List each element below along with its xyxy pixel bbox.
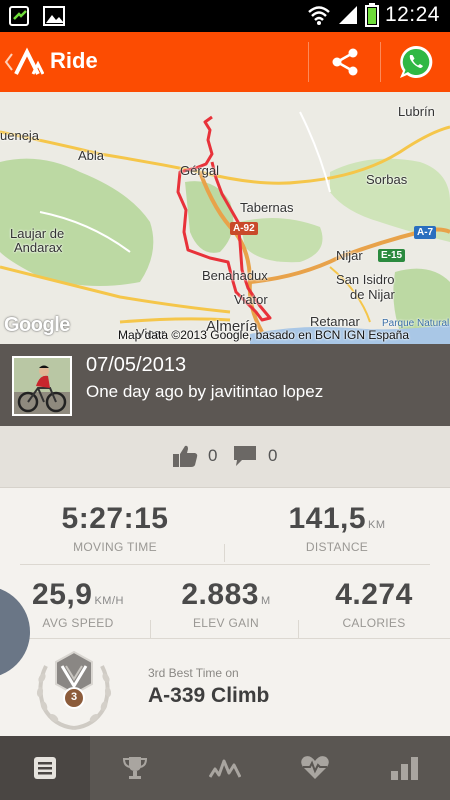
google-logo: Google	[4, 314, 70, 336]
distance-unit: KM	[368, 519, 386, 531]
activity-subtitle: One day ago by javitintao lopez	[86, 382, 324, 401]
activity-header[interactable]: 07/05/2013 One day ago by javitintao lop…	[0, 344, 450, 426]
elev-gain-stat: 2.883 M ELEV GAIN	[156, 578, 296, 630]
share-button[interactable]	[312, 32, 378, 92]
road-badge: A-92	[230, 222, 258, 235]
share-icon	[332, 48, 358, 76]
battery-icon	[364, 3, 379, 27]
achievement-label: 3rd Best Time on	[148, 666, 239, 680]
moving-time-stat: 5:27:15 MOVING TIME	[20, 502, 210, 554]
chevron-left-icon[interactable]	[4, 52, 14, 72]
thumbs-up-icon	[173, 445, 198, 467]
tab-overview[interactable]	[0, 736, 90, 800]
divider	[308, 42, 309, 82]
map-place-label: San Isidro	[336, 272, 395, 287]
map-place-label: Laujar de	[10, 226, 65, 241]
comments-button[interactable]: 0	[232, 444, 277, 468]
calories-value: 4.274	[335, 578, 413, 611]
map-place-label: Viator	[234, 292, 268, 307]
kudos-count: 0	[208, 446, 218, 465]
route-map[interactable]: Lubrín ueneja Abla Gérgal Tabernas Sorba…	[0, 92, 450, 344]
divider	[150, 620, 151, 638]
avg-speed-unit: KM/H	[94, 595, 124, 607]
map-place-label: Nijar	[336, 248, 363, 263]
tab-elevation[interactable]	[180, 736, 270, 800]
tab-heart-rate[interactable]	[270, 736, 360, 800]
road-badge: E-15	[378, 249, 406, 262]
stats-panel: 5:27:15 MOVING TIME 141,5 KM DISTANCE 25,…	[0, 488, 450, 736]
screen: 12:24 Ride Lubrín ueneja Abla Gérgal Tab…	[0, 0, 450, 800]
action-bar: Ride	[0, 32, 450, 92]
avg-speed-value: 25,9	[32, 578, 93, 611]
tab-analysis[interactable]	[360, 736, 450, 800]
clock: 12:24	[384, 3, 440, 26]
page-title: Ride	[50, 48, 98, 73]
divider	[224, 544, 225, 562]
moving-time-label: MOVING TIME	[73, 540, 157, 554]
avg-speed-stat: 25,9 KM/H AVG SPEED	[10, 578, 146, 630]
whatsapp-share-button[interactable]	[382, 32, 450, 92]
comment-icon	[234, 446, 256, 466]
divider	[298, 620, 299, 638]
map-place-label: Lubrín	[398, 104, 435, 119]
achievement-row[interactable]: 3 3rd Best Time on A-339 Climb	[0, 638, 450, 736]
athlete-avatar[interactable]	[12, 356, 72, 416]
distance-stat: 141,5 KM DISTANCE	[240, 502, 434, 554]
image-notification-icon	[43, 6, 65, 26]
avg-speed-label: AVG SPEED	[42, 616, 114, 630]
map-place-label: Gérgal	[180, 163, 220, 178]
calories-stat: 4.274 CALORIES	[304, 578, 444, 630]
heart-rate-icon	[301, 756, 329, 779]
map-place-label: Abla	[78, 148, 105, 163]
map-place-label: Tabernas	[240, 200, 294, 215]
map-place-label: Retamar	[310, 314, 360, 329]
status-bar: 12:24	[0, 0, 450, 32]
map-canvas	[0, 92, 450, 344]
signal-icon	[338, 6, 357, 24]
calories-label: CALORIES	[342, 616, 406, 630]
road-badge: A-7	[414, 226, 437, 239]
wifi-icon	[308, 6, 330, 25]
divider	[20, 564, 430, 565]
map-place-label: Sorbas	[366, 172, 408, 187]
medal-icon	[36, 650, 112, 730]
elev-gain-value: 2.883	[181, 578, 259, 611]
segment-name: A-339 Climb	[148, 684, 270, 707]
elev-gain-unit: M	[260, 595, 271, 607]
tab-achievements[interactable]	[90, 736, 180, 800]
social-bar: 0 0	[0, 426, 450, 488]
map-place-label: Andarax	[14, 240, 63, 255]
kudos-button[interactable]: 0	[172, 444, 217, 468]
map-place-label: de Nijar	[350, 287, 395, 302]
medal-rank: 3	[70, 691, 78, 703]
activity-date: 07/05/2013	[86, 354, 187, 376]
moving-time-value: 5:27:15	[61, 502, 169, 535]
elev-gain-label: ELEV GAIN	[192, 616, 260, 630]
map-credit: Map data ©2013 Google, basado en BCN IGN…	[118, 328, 410, 342]
analysis-icon	[391, 757, 418, 780]
sync-notification-icon	[9, 6, 29, 26]
cyclist-photo	[14, 358, 70, 414]
overview-icon	[34, 757, 56, 779]
distance-label: DISTANCE	[305, 540, 369, 554]
whatsapp-icon	[400, 45, 433, 78]
elevation-icon	[209, 759, 241, 778]
comment-count: 0	[268, 446, 278, 465]
distance-value: 141,5	[288, 502, 367, 535]
divider	[380, 42, 381, 82]
map-place-label: Benahadux	[202, 268, 268, 283]
trophy-icon	[122, 757, 148, 779]
bottom-nav	[0, 736, 450, 800]
map-place-label: ueneja	[0, 128, 40, 143]
strava-logo-icon[interactable]	[14, 46, 44, 78]
